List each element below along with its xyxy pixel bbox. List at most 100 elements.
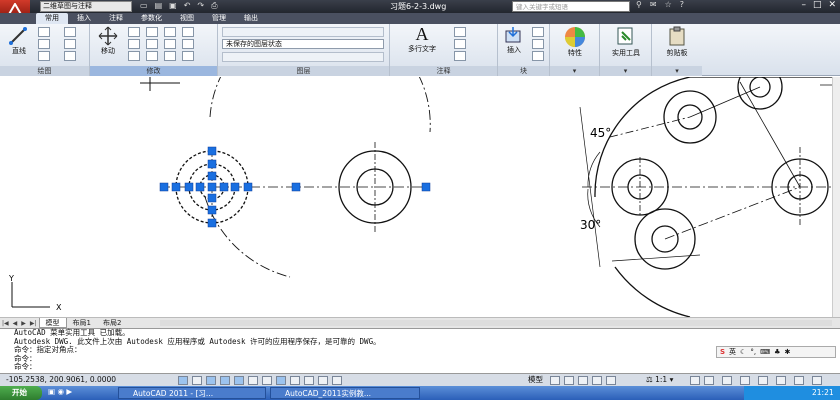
dimension-icon[interactable] xyxy=(454,27,466,37)
object-snap-tracking-icon[interactable] xyxy=(248,376,258,385)
selection-cycling-icon[interactable] xyxy=(332,376,342,385)
tab-parametric[interactable]: 参数化 xyxy=(132,13,171,24)
properties-panel-dropdown[interactable]: ▾ xyxy=(550,66,599,76)
tools-icon[interactable]: ✱ xyxy=(784,348,790,356)
object-snap-icon[interactable] xyxy=(234,376,244,385)
auto-scale-icon[interactable] xyxy=(704,376,714,385)
binoculars-icon[interactable]: ⚲ xyxy=(636,0,642,9)
extend-icon[interactable] xyxy=(182,51,194,61)
stretch-icon[interactable] xyxy=(128,51,140,61)
media-icon[interactable]: ▶ xyxy=(66,387,72,396)
line-icon[interactable] xyxy=(8,26,28,46)
dynamic-input-icon[interactable] xyxy=(276,376,286,385)
taskbar-document[interactable]: AutoCAD_2011实例教... xyxy=(270,387,420,399)
properties-label[interactable]: 特性 xyxy=(550,48,600,58)
modify-panel-label[interactable]: 修改 xyxy=(90,66,217,76)
explode-icon[interactable] xyxy=(182,27,194,37)
tab-home[interactable]: 常用 xyxy=(36,13,68,24)
skin-icon[interactable]: ♣ xyxy=(774,348,780,356)
close-icon[interactable]: ✕ xyxy=(828,0,836,10)
ellipse-icon[interactable] xyxy=(64,51,76,61)
grid-mode-icon[interactable] xyxy=(192,376,202,385)
status-menu-icon[interactable] xyxy=(794,376,804,385)
hatch-icon[interactable] xyxy=(64,39,76,49)
quick-view-drawings-icon[interactable] xyxy=(564,376,574,385)
erase-icon[interactable] xyxy=(164,27,176,37)
snap-mode-icon[interactable] xyxy=(178,376,188,385)
search-input[interactable]: 键入关键字或短语 xyxy=(512,1,630,12)
tab-layout1[interactable]: 布局1 xyxy=(67,318,97,328)
punct-icon[interactable]: °, xyxy=(750,348,756,356)
ime-toolbar[interactable]: S 英 ☾ °, ⌨ ♣ ✱ xyxy=(716,346,836,358)
scale-icon[interactable] xyxy=(146,51,158,61)
tab-insert[interactable]: 插入 xyxy=(68,13,100,24)
array-icon[interactable] xyxy=(164,51,176,61)
move-tool-label[interactable]: 移动 xyxy=(94,46,122,56)
pan-icon[interactable] xyxy=(578,376,588,385)
layer-dropdown[interactable] xyxy=(222,52,384,62)
maximize-icon[interactable]: □ xyxy=(813,0,822,10)
browser-icon[interactable]: ◉ xyxy=(57,387,64,396)
lock-icon[interactable] xyxy=(740,376,750,385)
table-icon[interactable] xyxy=(454,51,466,61)
ortho-mode-icon[interactable] xyxy=(206,376,216,385)
trim-icon[interactable] xyxy=(146,27,158,37)
mirror-icon[interactable] xyxy=(146,39,158,49)
command-window[interactable]: AutoCAD 菜单实用工具 已加载。 Autodesk DWG. 此文件上次由… xyxy=(0,328,840,373)
horizontal-scrollbar[interactable] xyxy=(160,320,832,326)
fillet-icon[interactable] xyxy=(164,39,176,49)
workspace-switcher[interactable]: 二维草图与注释 xyxy=(40,1,132,12)
help-icon[interactable]: ? xyxy=(680,0,684,9)
model-space-label[interactable]: 模型 xyxy=(528,374,543,386)
copy-icon[interactable] xyxy=(128,39,140,49)
minimize-icon[interactable]: – xyxy=(801,0,806,10)
print-icon[interactable]: ⎙ xyxy=(211,1,217,11)
lineweight-icon[interactable] xyxy=(290,376,300,385)
quick-view-layouts-icon[interactable] xyxy=(550,376,560,385)
tab-layout2[interactable]: 布局2 xyxy=(97,318,127,328)
clean-screen-icon[interactable] xyxy=(812,376,822,385)
workspace-switch-icon[interactable] xyxy=(722,376,732,385)
color-wheel-icon[interactable] xyxy=(564,26,586,48)
last-tab-icon[interactable]: ▶| xyxy=(28,320,39,327)
transparency-icon[interactable] xyxy=(304,376,314,385)
attribute-icon[interactable] xyxy=(532,51,544,61)
moon-icon[interactable]: ☾ xyxy=(740,348,746,356)
block-panel-label[interactable]: 块 xyxy=(498,66,549,76)
leader-icon[interactable] xyxy=(454,39,466,49)
tab-model[interactable]: 模型 xyxy=(38,318,67,328)
layers-panel-label[interactable]: 图层 xyxy=(218,66,389,76)
quick-properties-icon[interactable] xyxy=(318,376,328,385)
tab-output[interactable]: 输出 xyxy=(235,13,267,24)
zoom-icon[interactable] xyxy=(592,376,602,385)
edit-block-icon[interactable] xyxy=(532,39,544,49)
annotation-panel-label[interactable]: 注释 xyxy=(390,66,497,76)
redo-icon[interactable]: ↷ xyxy=(197,1,204,11)
tab-view[interactable]: 视图 xyxy=(171,13,203,24)
clipboard-panel-dropdown[interactable]: ▾ xyxy=(652,66,702,76)
next-tab-icon[interactable]: ▶ xyxy=(19,320,28,327)
prev-tab-icon[interactable]: ◀ xyxy=(11,320,20,327)
annotation-scale[interactable]: ⚖ 1:1 ▾ xyxy=(646,374,673,386)
polar-tracking-icon[interactable] xyxy=(220,376,230,385)
star-icon[interactable]: ☆ xyxy=(665,0,672,9)
command-prompt[interactable]: 命令： xyxy=(14,363,840,372)
save-icon[interactable]: ▣ xyxy=(169,1,177,11)
rotate-icon[interactable] xyxy=(128,27,140,37)
circle-icon[interactable] xyxy=(38,39,50,49)
steering-wheel-icon[interactable] xyxy=(606,376,616,385)
hardware-accel-icon[interactable] xyxy=(758,376,768,385)
create-block-icon[interactable] xyxy=(532,27,544,37)
tab-annotate[interactable]: 注释 xyxy=(100,13,132,24)
tab-manage[interactable]: 管理 xyxy=(203,13,235,24)
line-tool-label[interactable]: 直线 xyxy=(6,46,32,56)
draw-panel-label[interactable]: 绘图 xyxy=(0,66,89,76)
layer-tools-row[interactable] xyxy=(222,27,384,37)
clock[interactable]: 21:21 xyxy=(812,388,834,397)
show-desktop-icon[interactable]: ▣ xyxy=(48,387,55,396)
move-icon[interactable] xyxy=(98,26,118,46)
coordinate-readout[interactable]: -105.2538, 200.9061, 0.0000 xyxy=(6,374,116,386)
polyline-icon[interactable] xyxy=(38,27,50,37)
utilities-icon[interactable] xyxy=(616,26,636,46)
first-tab-icon[interactable]: |◀ xyxy=(0,320,11,327)
